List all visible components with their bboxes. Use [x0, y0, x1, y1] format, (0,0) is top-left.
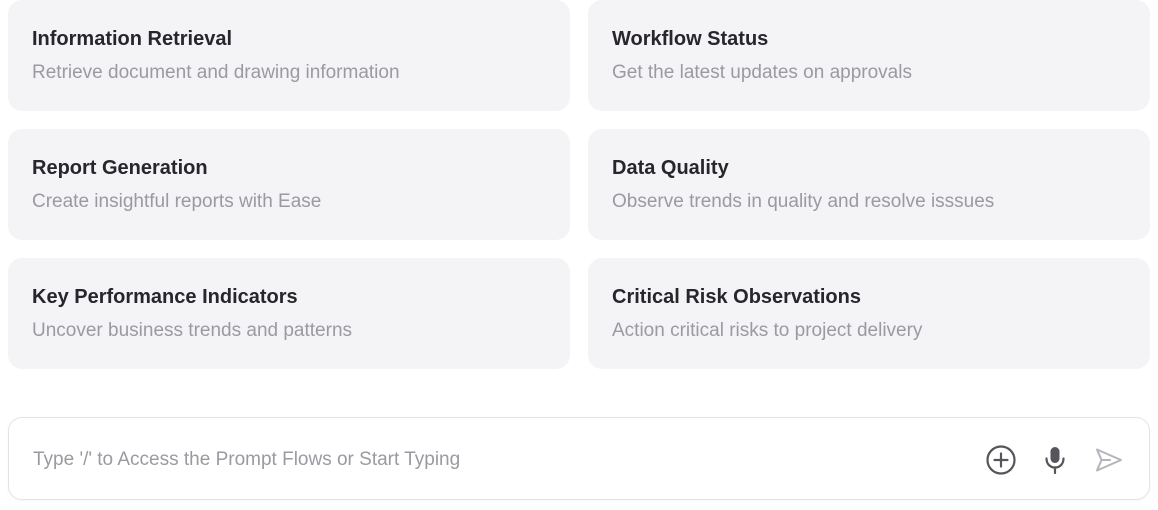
card-title: Report Generation [32, 157, 208, 179]
microphone-button[interactable] [1037, 442, 1073, 478]
card-key-performance-indicators[interactable]: Key Performance Indicators Uncover busin… [8, 258, 570, 369]
send-icon [1093, 444, 1125, 476]
microphone-icon [1041, 444, 1069, 476]
card-data-quality[interactable]: Data Quality Observe trends in quality a… [588, 129, 1150, 240]
card-title: Key Performance Indicators [32, 286, 298, 308]
send-button[interactable] [1091, 442, 1127, 478]
card-information-retrieval[interactable]: Information Retrieval Retrieve document … [8, 0, 570, 111]
card-report-generation[interactable]: Report Generation Create insightful repo… [8, 129, 570, 240]
card-title: Critical Risk Observations [612, 286, 861, 308]
card-workflow-status[interactable]: Workflow Status Get the latest updates o… [588, 0, 1150, 111]
card-description: Get the latest updates on approvals [612, 62, 912, 83]
card-description: Create insightful reports with Ease [32, 191, 322, 212]
card-title: Workflow Status [612, 28, 769, 50]
card-description: Observe trends in quality and resolve is… [612, 191, 995, 212]
card-description: Retrieve document and drawing informatio… [32, 62, 400, 83]
card-critical-risk-observations[interactable]: Critical Risk Observations Action critic… [588, 258, 1150, 369]
prompt-bar [8, 417, 1150, 500]
suggestion-card-grid: Information Retrieval Retrieve document … [8, 0, 1150, 369]
card-title: Data Quality [612, 157, 729, 179]
card-description: Action critical risks to project deliver… [612, 320, 923, 341]
add-button[interactable] [983, 442, 1019, 478]
card-description: Uncover business trends and patterns [32, 320, 353, 341]
plus-circle-icon [985, 444, 1017, 476]
card-title: Information Retrieval [32, 28, 233, 50]
prompt-input[interactable] [33, 446, 933, 474]
